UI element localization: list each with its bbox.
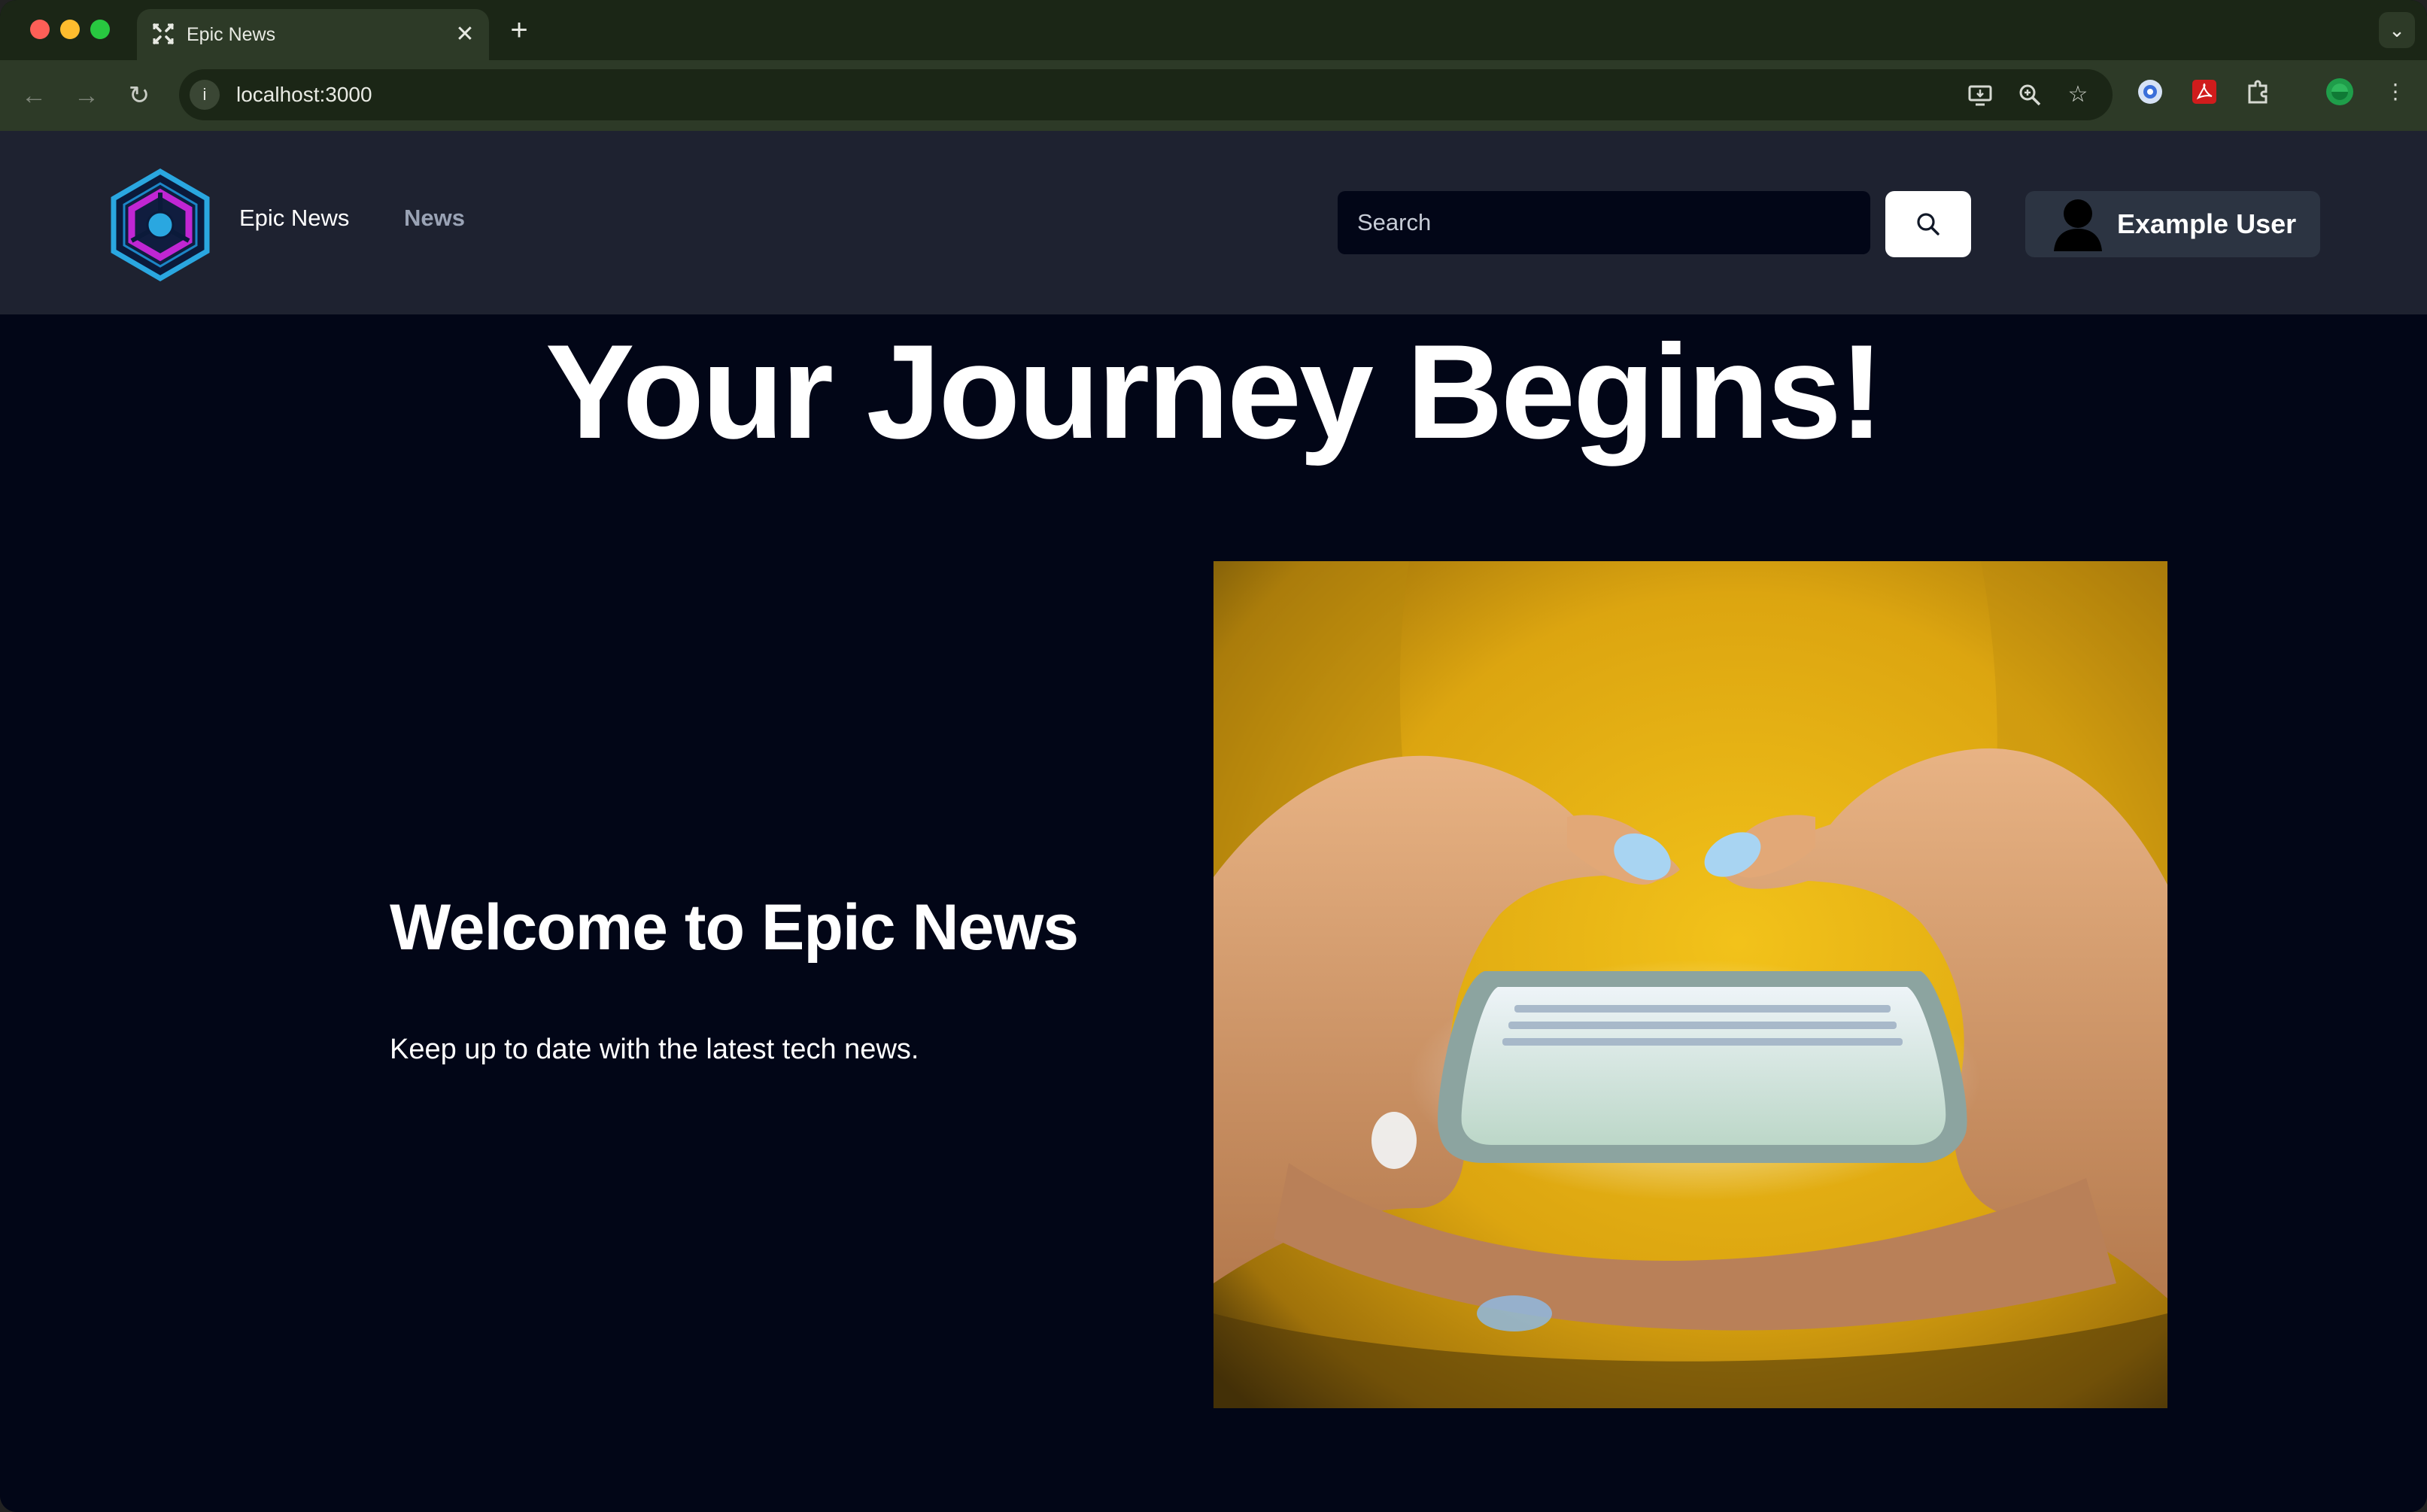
pdf-extension-icon[interactable] <box>2189 77 2219 107</box>
hero-image <box>1214 561 2167 1408</box>
browser-menu-icon[interactable]: ⋮ <box>2380 77 2410 107</box>
favicon-icon <box>153 23 174 44</box>
welcome-heading: Welcome to Epic News <box>390 891 1079 964</box>
tab-close-icon[interactable]: ✕ <box>451 21 478 48</box>
reload-icon[interactable]: ↻ <box>122 78 156 113</box>
search-icon <box>1917 213 1939 235</box>
nav-link-news[interactable]: News <box>404 205 465 232</box>
user-avatar-icon <box>2054 199 2102 251</box>
new-tab-button[interactable]: + <box>503 14 536 47</box>
forward-arrow-icon[interactable]: → <box>69 78 104 113</box>
bookmark-star-icon[interactable]: ☆ <box>2063 80 2093 110</box>
tab-title: Epic News <box>187 24 276 45</box>
search-button[interactable] <box>1885 191 1971 257</box>
address-bar[interactable]: i localhost:3000 ☆ <box>179 69 2113 120</box>
brand-link[interactable]: Epic News <box>239 205 349 232</box>
site-header: Epic News News Example User <box>0 131 2427 314</box>
minimize-window-button[interactable] <box>60 20 80 39</box>
site-info-icon[interactable]: i <box>190 80 220 110</box>
tagline-text: Keep up to date with the latest tech new… <box>390 1034 919 1065</box>
epic-news-logo-icon[interactable] <box>108 169 212 281</box>
address-url[interactable]: localhost:3000 <box>236 69 372 120</box>
extensions-puzzle-icon[interactable] <box>2243 77 2274 107</box>
profile-avatar-icon[interactable] <box>2325 77 2355 107</box>
zoom-icon[interactable] <box>2015 80 2045 110</box>
install-app-icon[interactable] <box>1965 80 1995 110</box>
search-input[interactable] <box>1338 191 1870 254</box>
browser-window: Epic News ✕ + ⌄ ← → ↻ i localhost:3000 ☆ <box>0 0 2427 1512</box>
maximize-window-button[interactable] <box>90 20 110 39</box>
browser-tab[interactable]: Epic News ✕ <box>137 9 489 60</box>
extension-lens-icon[interactable] <box>2135 77 2165 107</box>
tab-search-chevron-icon[interactable]: ⌄ <box>2379 12 2415 48</box>
page-content: Epic News News Example User Your Journey… <box>0 131 2427 1512</box>
hands-with-phone-image <box>1214 561 2167 1408</box>
hero-title: Your Journey Begins! <box>545 317 1884 466</box>
close-window-button[interactable] <box>30 20 50 39</box>
tab-strip: Epic News ✕ + ⌄ <box>0 0 2427 60</box>
browser-toolbar: ← → ↻ i localhost:3000 ☆ ⋮ <box>0 60 2427 132</box>
user-menu-button[interactable]: Example User <box>2025 191 2320 257</box>
back-arrow-icon[interactable]: ← <box>17 78 51 113</box>
user-name: Example User <box>2117 208 2297 239</box>
